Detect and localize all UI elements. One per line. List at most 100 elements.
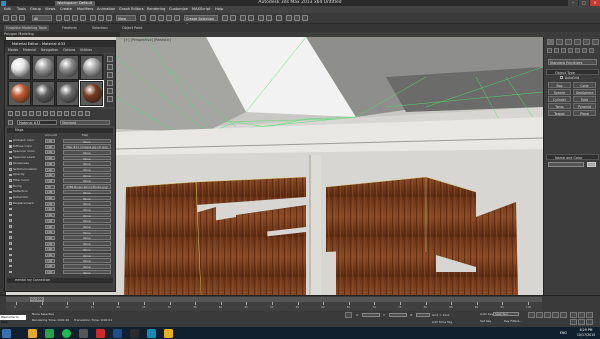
link-icon[interactable] (19, 15, 25, 21)
go-to-start-icon[interactable] (528, 312, 535, 318)
background-icon[interactable] (107, 72, 113, 78)
map-enable-checkbox[interactable] (9, 162, 12, 165)
put-to-scene-icon[interactable] (15, 111, 20, 116)
assign-to-selection-icon[interactable] (22, 111, 27, 116)
map-slot-button[interactable]: None (63, 206, 111, 212)
menu-maxscript[interactable]: MAXScript (192, 6, 210, 13)
helpers-icon[interactable] (575, 48, 580, 53)
map-amount-field[interactable]: 100 (45, 167, 55, 172)
teapot-button[interactable]: Teapot (548, 110, 571, 116)
me-menu-utilities[interactable]: Utilities (80, 47, 92, 53)
tab-object-paint[interactable]: Object Paint (122, 25, 143, 31)
move-icon[interactable] (90, 15, 96, 21)
go-forward-icon[interactable] (85, 111, 90, 116)
mental-ray-rollout-header[interactable]: mental ray Connection (7, 278, 113, 283)
map-slot-button[interactable]: None (63, 167, 111, 172)
select-by-name-icon[interactable] (64, 15, 70, 21)
sample-type-icon[interactable] (107, 56, 113, 62)
autogrid-checkbox[interactable] (560, 76, 563, 79)
map-enable-checkbox[interactable] (9, 202, 12, 205)
autokey-button[interactable]: Auto Key (480, 312, 493, 316)
map-enable-checkbox[interactable] (9, 207, 12, 211)
photoshop-icon[interactable] (113, 328, 122, 338)
acrobat-icon[interactable] (96, 328, 105, 338)
map-amount-field[interactable]: 100 (45, 264, 55, 269)
get-material-icon[interactable] (8, 111, 13, 116)
put-to-library-icon[interactable] (50, 111, 55, 116)
map-slot-button[interactable]: None (63, 258, 111, 263)
rect-region-icon[interactable] (72, 15, 78, 21)
key-mode-dropdown[interactable]: Selected (493, 312, 519, 316)
map-amount-field[interactable]: 100 (45, 247, 55, 252)
map-amount-field[interactable]: 100 (45, 156, 55, 161)
x-coord-field[interactable] (362, 313, 380, 317)
selection-filter-dropdown[interactable]: All (32, 15, 52, 21)
start-icon[interactable] (2, 328, 11, 338)
chrome-icon[interactable] (45, 328, 54, 338)
go-to-end-icon[interactable] (560, 312, 567, 318)
menu-customize[interactable]: Customize (169, 6, 188, 13)
map-slot-button[interactable]: None (63, 161, 111, 166)
reference-coord-dropdown[interactable]: View (116, 15, 136, 21)
backlight-icon[interactable] (107, 64, 113, 70)
pan-icon[interactable] (570, 319, 577, 325)
y-coord-field[interactable] (389, 313, 407, 317)
map-amount-field[interactable]: 100 (45, 161, 55, 166)
go-to-parent-icon[interactable] (78, 111, 83, 116)
lights-icon[interactable] (561, 48, 566, 53)
spinner-snap-icon[interactable] (174, 15, 180, 21)
material-slot[interactable] (79, 80, 104, 107)
maximize-viewport-icon[interactable] (586, 319, 593, 325)
add-time-tag[interactable]: Add Time Tag (432, 320, 452, 324)
map-slot-button[interactable]: None (63, 241, 111, 246)
reset-map-icon[interactable] (29, 111, 34, 116)
map-slot-button[interactable]: Map #11 (images.jpg (1).jpg) (63, 144, 111, 149)
map-slot-button[interactable]: None (63, 229, 111, 235)
tube-button[interactable]: Tube (573, 96, 596, 102)
map-amount-field[interactable]: 100 (45, 144, 55, 149)
steam-icon[interactable] (130, 328, 139, 338)
map-amount-field[interactable]: 100 (45, 230, 55, 235)
named-selection-set[interactable]: Create Selection Se (184, 15, 218, 27)
motion-tab-icon[interactable] (574, 39, 581, 45)
map-enable-checkbox[interactable] (9, 270, 12, 274)
next-frame-icon[interactable] (552, 312, 559, 318)
align-icon[interactable] (230, 15, 236, 21)
copy-material-icon[interactable] (36, 111, 41, 116)
map-enable-checkbox[interactable] (9, 173, 12, 177)
object-type-rollout[interactable]: Object Type (546, 69, 599, 75)
map-amount-field[interactable]: 100 (45, 213, 55, 218)
map-amount-field[interactable]: 100 (45, 190, 55, 195)
map-slot-button[interactable]: None (63, 246, 111, 252)
map-slot-button[interactable]: None (63, 155, 111, 161)
map-amount-field[interactable]: 100 (45, 139, 55, 143)
box-button[interactable]: Box (548, 82, 571, 88)
map-enable-checkbox[interactable] (9, 236, 12, 239)
snap-icon[interactable] (150, 15, 156, 21)
object-name-field[interactable] (548, 162, 584, 167)
material-slot[interactable] (32, 55, 55, 80)
map-slot-button[interactable]: None (63, 201, 111, 206)
map-slot-button[interactable]: None (63, 269, 111, 275)
material-slot[interactable] (80, 55, 103, 80)
prev-frame-icon[interactable] (536, 312, 543, 318)
map-enable-checkbox[interactable] (9, 150, 12, 154)
select-object-icon[interactable] (56, 15, 62, 21)
z-coord-field[interactable] (416, 313, 430, 317)
orbit-icon[interactable] (578, 319, 585, 325)
utilities-tab-icon[interactable] (592, 39, 599, 45)
material-type-button[interactable]: Standard (60, 120, 110, 125)
material-slot[interactable] (56, 81, 79, 106)
menu-edit[interactable]: Edit (4, 6, 11, 13)
render-frame-icon[interactable] (294, 15, 300, 21)
tab-freeform[interactable]: Freeform (62, 25, 77, 31)
material-slot[interactable] (32, 81, 55, 106)
map-enable-checkbox[interactable] (9, 179, 12, 182)
window-crossing-icon[interactable] (80, 15, 86, 21)
map-slot-button[interactable]: None (63, 235, 111, 240)
map-slot-button[interactable]: None (63, 263, 111, 269)
map-enable-checkbox[interactable] (9, 196, 12, 199)
map-amount-field[interactable]: 100 (45, 253, 55, 257)
category-dropdown[interactable]: Standard Primitives (548, 59, 597, 65)
menu-tools[interactable]: Tools (17, 6, 26, 13)
